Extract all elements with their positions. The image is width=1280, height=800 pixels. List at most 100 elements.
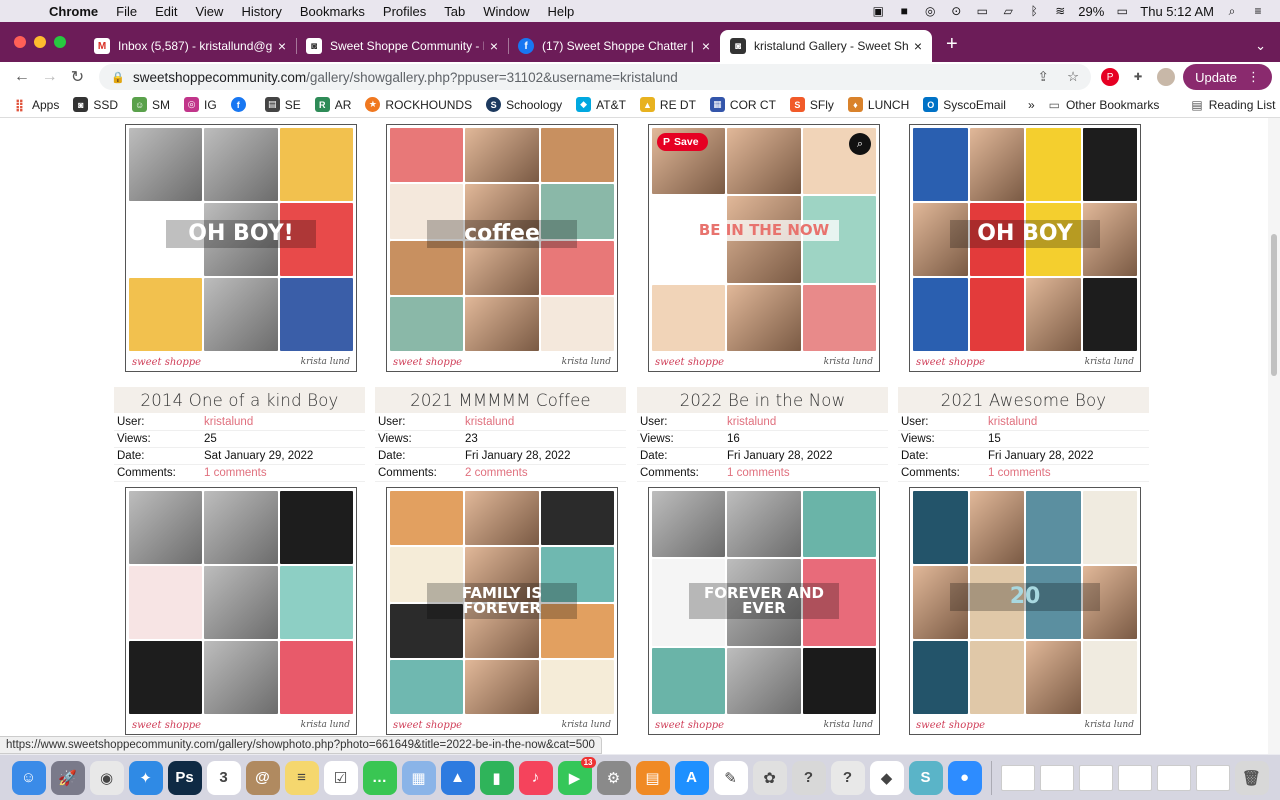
menu-history[interactable]: History [232, 4, 290, 19]
script-icon[interactable]: ? [830, 760, 865, 795]
zoom-window-button[interactable] [54, 36, 66, 48]
new-tab-icon[interactable]: + [932, 33, 972, 62]
menu-app-name[interactable]: Chrome [40, 4, 107, 19]
bluetooth-icon[interactable]: ᛒ [1026, 4, 1042, 18]
menu-bookmarks[interactable]: Bookmarks [291, 4, 374, 19]
bookmark-cor-ct[interactable]: ▦ COR CT [709, 97, 776, 112]
launchpad-icon[interactable]: 🚀 [50, 760, 85, 795]
chevron-down-icon[interactable]: ⌄ [1241, 38, 1280, 62]
spotlight-search-icon[interactable]: ⌕ [1224, 4, 1240, 18]
help-icon[interactable]: ? [791, 760, 826, 795]
close-icon[interactable]: × [490, 38, 498, 54]
menu-view[interactable]: View [186, 4, 232, 19]
bookmark-star-icon[interactable]: ☆ [1067, 69, 1079, 85]
pinterest-icon[interactable]: P [1101, 68, 1120, 86]
bookmark-rockhounds[interactable]: ★ ROCKHOUNDS [365, 97, 472, 112]
gallery-card-title[interactable]: 2021 Awesome Boy [898, 387, 1149, 413]
reload-icon[interactable]: ↻ [64, 67, 92, 87]
chrome-icon[interactable]: ◉ [89, 760, 124, 795]
finder-icon[interactable]: ☺ [11, 760, 46, 795]
tab-facebook[interactable]: f (17) Sweet Shoppe Chatter | Fa × [508, 30, 720, 62]
camera-icon[interactable]: ■ [896, 4, 912, 18]
share-icon[interactable]: ⇪ [1038, 69, 1049, 85]
photos-app-icon[interactable]: ✿ [752, 760, 787, 795]
preview-icon[interactable]: ▦ [401, 760, 436, 795]
gallery-thumbnail-link[interactable]: OH BOY! sweet shoppe krista lund [125, 124, 357, 372]
contacts-icon[interactable]: @ [245, 760, 280, 795]
zoom-icon[interactable]: ● [947, 760, 982, 795]
numbers-icon[interactable]: ▮ [479, 760, 514, 795]
menu-tab[interactable]: Tab [435, 4, 474, 19]
bookmark-syscoemail[interactable]: O SyscoEmail [923, 97, 1006, 112]
photoshop-icon[interactable]: Ps [167, 760, 202, 795]
forward-arrow-icon[interactable]: → [36, 68, 64, 86]
gallery-card-title[interactable]: 2022 Be in the Now [637, 387, 888, 413]
textedit-icon[interactable]: ✎ [713, 760, 748, 795]
meta-user-link[interactable]: kristalund [988, 416, 1037, 428]
reminders-icon[interactable]: ☑ [323, 760, 358, 795]
tab-gmail[interactable]: M Inbox (5,587) - kristallund@gm × [84, 30, 296, 62]
creative-cloud-icon[interactable]: ◎ [922, 4, 938, 18]
minimize-window-button[interactable] [34, 36, 46, 48]
gallery-thumbnail-link[interactable]: sweet shoppe krista lund [125, 487, 357, 735]
books-icon[interactable]: ▤ [635, 760, 670, 795]
gallery-thumbnail-link[interactable]: FAMILY IS FOREVER sweet shoppe krista lund [386, 487, 618, 735]
bookmark-lunch[interactable]: ♦ LUNCH [847, 97, 909, 112]
facetime-icon[interactable]: ▶ 13 [557, 756, 596, 795]
minimized-window[interactable] [1039, 764, 1074, 791]
menu-edit[interactable]: Edit [146, 4, 186, 19]
menu-help[interactable]: Help [539, 4, 584, 19]
gallery-card-title[interactable]: 2014 One of a kind Boy [114, 387, 365, 413]
airplay-icon[interactable]: ▱ [1000, 4, 1016, 18]
meta-user-link[interactable]: kristalund [465, 416, 514, 428]
bookmark-ig[interactable]: ◎ IG [184, 97, 217, 112]
bookmark-ar[interactable]: R AR [314, 97, 351, 112]
sweetshoppe-app-icon[interactable]: S [908, 760, 943, 795]
minimized-window[interactable] [1195, 764, 1230, 791]
bookmark-se[interactable]: ▤ SE [264, 97, 301, 112]
bookmark-sm[interactable]: ☺ SM [132, 97, 170, 112]
minimized-window[interactable] [1117, 764, 1152, 791]
address-bar[interactable]: 🔒 sweetshoppecommunity.com/gallery/showg… [99, 64, 1092, 90]
status-app-icon[interactable]: ▣ [870, 4, 886, 18]
keynote-icon[interactable]: ▲ [440, 760, 475, 795]
gallery-thumbnail-link[interactable]: coffee sweet shoppe krista lund [386, 124, 618, 372]
close-icon[interactable]: × [914, 38, 922, 54]
bookmark-other-bookmarks[interactable]: ▭ Other Bookmarks [1049, 98, 1160, 112]
bookmarks-overflow-chevron-icon[interactable]: » [1028, 98, 1035, 112]
bookmark-re-dt[interactable]: ▲ RE DT [639, 97, 696, 112]
bookmark-facebook[interactable]: f [230, 97, 251, 112]
bookmark-att[interactable]: ◆ AT&T [576, 97, 626, 112]
music-icon[interactable]: ♪ [518, 760, 553, 795]
bookmark-apps[interactable]: ⣿ Apps [12, 97, 60, 112]
close-icon[interactable]: × [702, 38, 710, 54]
tab-kristalund-gallery[interactable]: ◙ kristalund Gallery - Sweet Shop × [720, 30, 932, 62]
gallery-thumbnail-link[interactable]: 20 sweet shoppe krista lund [909, 487, 1141, 735]
tab-sweet-shoppe-community[interactable]: ◙ Sweet Shoppe Community - Re × [296, 30, 508, 62]
close-icon[interactable]: × [278, 38, 286, 54]
lock-icon[interactable]: 🔒 [111, 71, 125, 84]
meta-comments-link[interactable]: 1 comments [988, 467, 1051, 479]
bookmark-ssd[interactable]: ◙ SSD [73, 97, 118, 112]
bookmark-reading-list[interactable]: ▤ Reading List [1191, 98, 1275, 112]
menubar-clock[interactable]: Thu 5:12 AM [1140, 4, 1214, 19]
meta-comments-link[interactable]: 1 comments [204, 467, 267, 479]
menu-profiles[interactable]: Profiles [374, 4, 435, 19]
gallery-thumbnail-link[interactable]: FOREVER AND EVER sweet shoppe krista lund [648, 487, 880, 735]
safari-icon[interactable]: ✦ [128, 760, 163, 795]
update-button[interactable]: Update ⋮ [1183, 64, 1272, 90]
minimized-window[interactable] [1078, 764, 1113, 791]
page-scrollbar[interactable] [1268, 118, 1280, 754]
minimized-window[interactable] [1156, 764, 1191, 791]
wifi-icon[interactable]: ≋ [1052, 4, 1068, 18]
control-center-icon[interactable]: ≡ [1250, 4, 1266, 18]
bookmark-sfly[interactable]: S SFly [789, 97, 834, 112]
user-status-icon[interactable]: ⊙ [948, 4, 964, 18]
meta-comments-link[interactable]: 2 comments [465, 467, 528, 479]
menu-window[interactable]: Window [474, 4, 538, 19]
messages-icon[interactable]: … [362, 760, 397, 795]
settings-icon[interactable]: ⚙ [596, 760, 631, 795]
gallery-thumbnail-link[interactable]: OH BOY sweet shoppe krista lund [909, 124, 1141, 372]
menu-file[interactable]: File [107, 4, 146, 19]
visual-search-icon[interactable]: ⌕ [849, 133, 871, 155]
